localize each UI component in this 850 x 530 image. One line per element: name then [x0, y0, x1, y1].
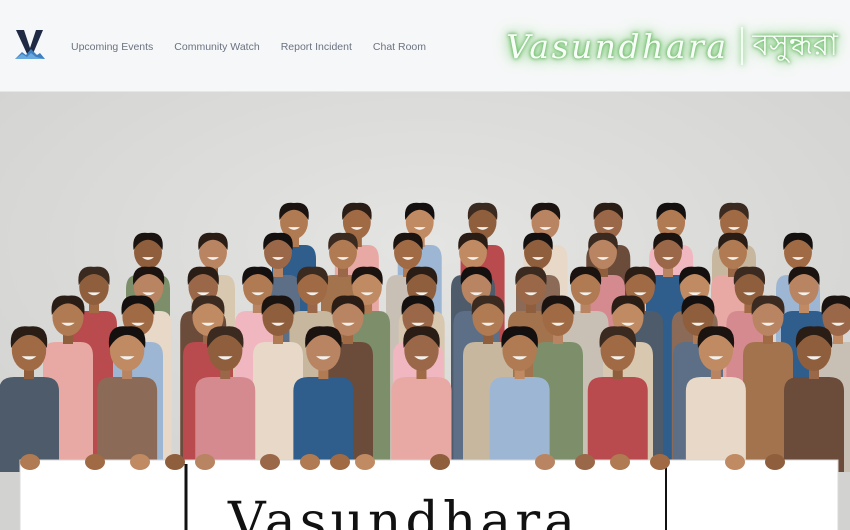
brand-name-latin: Vasundhara — [506, 26, 729, 66]
banner-text: Vasundhara — [227, 492, 579, 530]
nav-chat-room[interactable]: Chat Room — [373, 40, 426, 54]
hand — [725, 454, 745, 470]
hand — [430, 454, 450, 470]
logo-icon[interactable] — [14, 28, 46, 62]
hand — [20, 454, 40, 470]
person-body — [784, 377, 844, 472]
hand — [610, 454, 630, 470]
hand — [575, 454, 595, 470]
hand — [355, 454, 375, 470]
hand — [765, 454, 785, 470]
hand — [650, 454, 670, 470]
nav-upcoming-events[interactable]: Upcoming Events — [71, 40, 153, 54]
community-group-photo: Vasundhara — [0, 92, 850, 530]
hand — [165, 454, 185, 470]
nav-community-watch[interactable]: Community Watch — [174, 40, 259, 54]
hand — [260, 454, 280, 470]
nav-report-incident[interactable]: Report Incident — [281, 40, 352, 54]
hand — [300, 454, 320, 470]
hand — [85, 454, 105, 470]
top-navbar: Upcoming Events Community Watch Report I… — [0, 0, 850, 92]
banner-board: Vasundhara — [19, 459, 839, 530]
brand-name-bangla: বসুন্ধরা — [752, 27, 838, 63]
brand-wordmark: Vasundhara বসুন্ধরা — [498, 18, 842, 74]
hand — [195, 454, 215, 470]
hand — [330, 454, 350, 470]
main-nav: Upcoming Events Community Watch Report I… — [71, 40, 426, 54]
brand-divider — [740, 27, 743, 65]
hero-section: Vasundhara — [0, 92, 850, 530]
hand — [130, 454, 150, 470]
hand — [535, 454, 555, 470]
